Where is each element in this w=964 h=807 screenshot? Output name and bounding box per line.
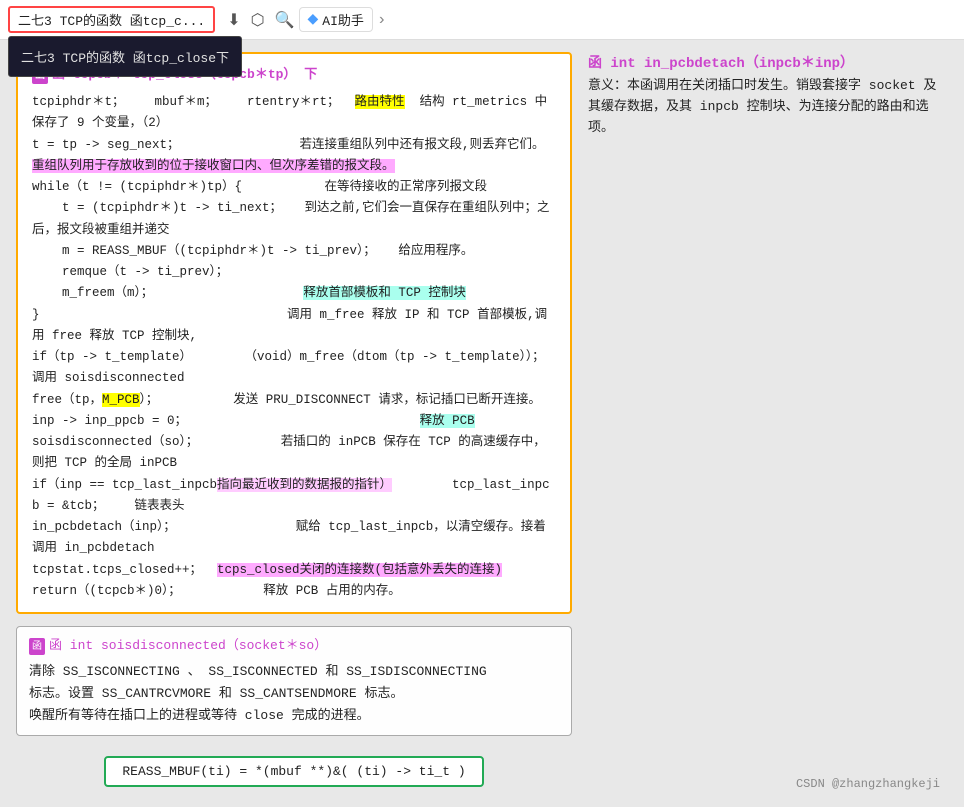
tag-icon[interactable]: ⬡ <box>251 10 265 30</box>
code-line-5: m = REASS_MBUF（(tcpiphdr＊)t -> ti_prev）；… <box>32 241 556 262</box>
dropdown-item[interactable]: 二七3 TCP的函数 函tcp_close下 <box>9 41 241 72</box>
code-line-9: if（tp -> t_template） （void）m_free（dtom（t… <box>32 347 556 390</box>
hl-tcps-closed: tcps_closed关闭的连接数(包括意外丢失的连接) <box>217 563 502 577</box>
info-block-header: 函函 int soisdisconnected（socket＊so） <box>29 635 559 657</box>
code-line-11: inp -> inp_ppcb = 0； 释放 PCB <box>32 411 556 432</box>
right-panel: 函 int in_pcbdetach（inpcb＊inp） 意义：本函调用在关闭… <box>588 52 948 138</box>
code-line-10: free（tp，M_PCB）； 发送 PRU_DISCONNECT 请求，标记插… <box>32 390 556 411</box>
hl-requeue: 重组队列用于存放收到的位于接收窗口内、但次序差错的报文段。 <box>32 159 395 173</box>
breadcrumb[interactable]: 二七3 TCP的函数 函tcp_c... <box>8 6 215 33</box>
formula-box: REASS_MBUF(ti) = *(mbuf **)&( (ti) -> ti… <box>104 756 483 787</box>
search-icon[interactable]: 🔍 <box>275 10 295 30</box>
code-line-3: while（t != (tcpiphdr＊)tp）{ 在等待接收的正常序列报文段 <box>32 177 556 198</box>
page-left: 函函 tcpcb＊ tcp_close（tcpcb＊tp） 下 tcpiphdr… <box>16 52 572 795</box>
code-line-15: tcpstat.tcps_closed++； tcps_closed关闭的连接数… <box>32 560 556 581</box>
topbar-arrow[interactable]: › <box>377 11 387 29</box>
code-line-8: } 调用 m_free 释放 IP 和 TCP 首部模板,调用 free 释放 … <box>32 305 556 348</box>
main-content: 函函 tcpcb＊ tcp_close（tcpcb＊tp） 下 tcpiphdr… <box>0 40 964 807</box>
watermark: CSDN @zhangzhangkeji <box>796 777 940 791</box>
code-line-16: return（(tcpcb＊)0）； 释放 PCB 占用的内存。 <box>32 581 556 602</box>
ai-button[interactable]: ◆ AI助手 <box>299 7 373 32</box>
code-line-2: t = tp -> seg_next； 若连接重组队列中还有报文段,则丢弃它们。… <box>32 135 556 178</box>
info-line-3: 唤醒所有等待在插口上的进程或等待 close 完成的进程。 <box>29 705 559 727</box>
code-line-4: t = (tcpiphdr＊)t -> ti_next； 到达之前,它们会一直保… <box>32 198 556 241</box>
hl-release-header: 释放首部模板和 TCP 控制块 <box>303 286 466 300</box>
page-layout: 函函 tcpcb＊ tcp_close（tcpcb＊tp） 下 tcpiphdr… <box>16 52 948 795</box>
code-line-12: soisdisconnected（so）； 若插口的 inPCB 保存在 TCP… <box>32 432 556 475</box>
formula-container: REASS_MBUF(ti) = *(mbuf **)&( (ti) -> ti… <box>16 748 572 795</box>
download-icon[interactable]: ⬇ <box>227 10 240 30</box>
ai-icon: ◆ <box>308 11 319 28</box>
info-block: 函函 int soisdisconnected（socket＊so） 清除 SS… <box>16 626 572 736</box>
main-code-block: 函函 tcpcb＊ tcp_close（tcpcb＊tp） 下 tcpiphdr… <box>16 52 572 614</box>
dropdown-menu: 二七3 TCP的函数 函tcp_close下 <box>8 36 242 77</box>
code-line-1: tcpiphdr＊t； mbuf＊m； rtentry＊rt； 路由特性 结构 … <box>32 92 556 135</box>
info-line-1: 清除 SS_ISCONNECTING 、 SS_ISCONNECTED 和 SS… <box>29 661 559 683</box>
info-line-2: 标志。设置 SS_CANTRCVMORE 和 SS_CANTSENDMORE 标… <box>29 683 559 705</box>
topbar-left: 二七3 TCP的函数 函tcp_c... ⬇ ⬡ 🔍 ◆ AI助手 › <box>8 6 956 33</box>
right-func-header: 函 int in_pcbdetach（inpcb＊inp） <box>588 52 948 72</box>
info-func-icon: 函 <box>29 638 45 655</box>
right-func-desc: 意义：本函调用在关闭插口时发生。销毁套接字 socket 及其缓存数据，及其 i… <box>588 76 948 138</box>
ai-button-label: AI助手 <box>322 10 364 29</box>
hl-release-pcb: 释放 PCB <box>420 414 475 428</box>
topbar: 二七3 TCP的函数 函tcp_c... ⬇ ⬡ 🔍 ◆ AI助手 › 二七3 … <box>0 0 964 40</box>
code-line-14: in_pcbdetach（inp）； 赋给 tcp_last_inpcb，以清空… <box>32 517 556 560</box>
hl-pointer-desc: 指向最近收到的数据报的指针） <box>217 478 392 492</box>
hl-mpcb: M_PCB <box>102 393 140 407</box>
hl-routing: 路由特性 <box>355 95 405 109</box>
topbar-icons: ⬇ ⬡ 🔍 <box>227 10 294 30</box>
code-line-6: remque（t -> ti_prev）； <box>32 262 556 283</box>
code-line-7: m_freem（m）； 释放首部模板和 TCP 控制块 <box>32 283 556 304</box>
code-line-13: if（inp == tcp_last_inpcb指向最近收到的数据报的指针） t… <box>32 475 556 518</box>
